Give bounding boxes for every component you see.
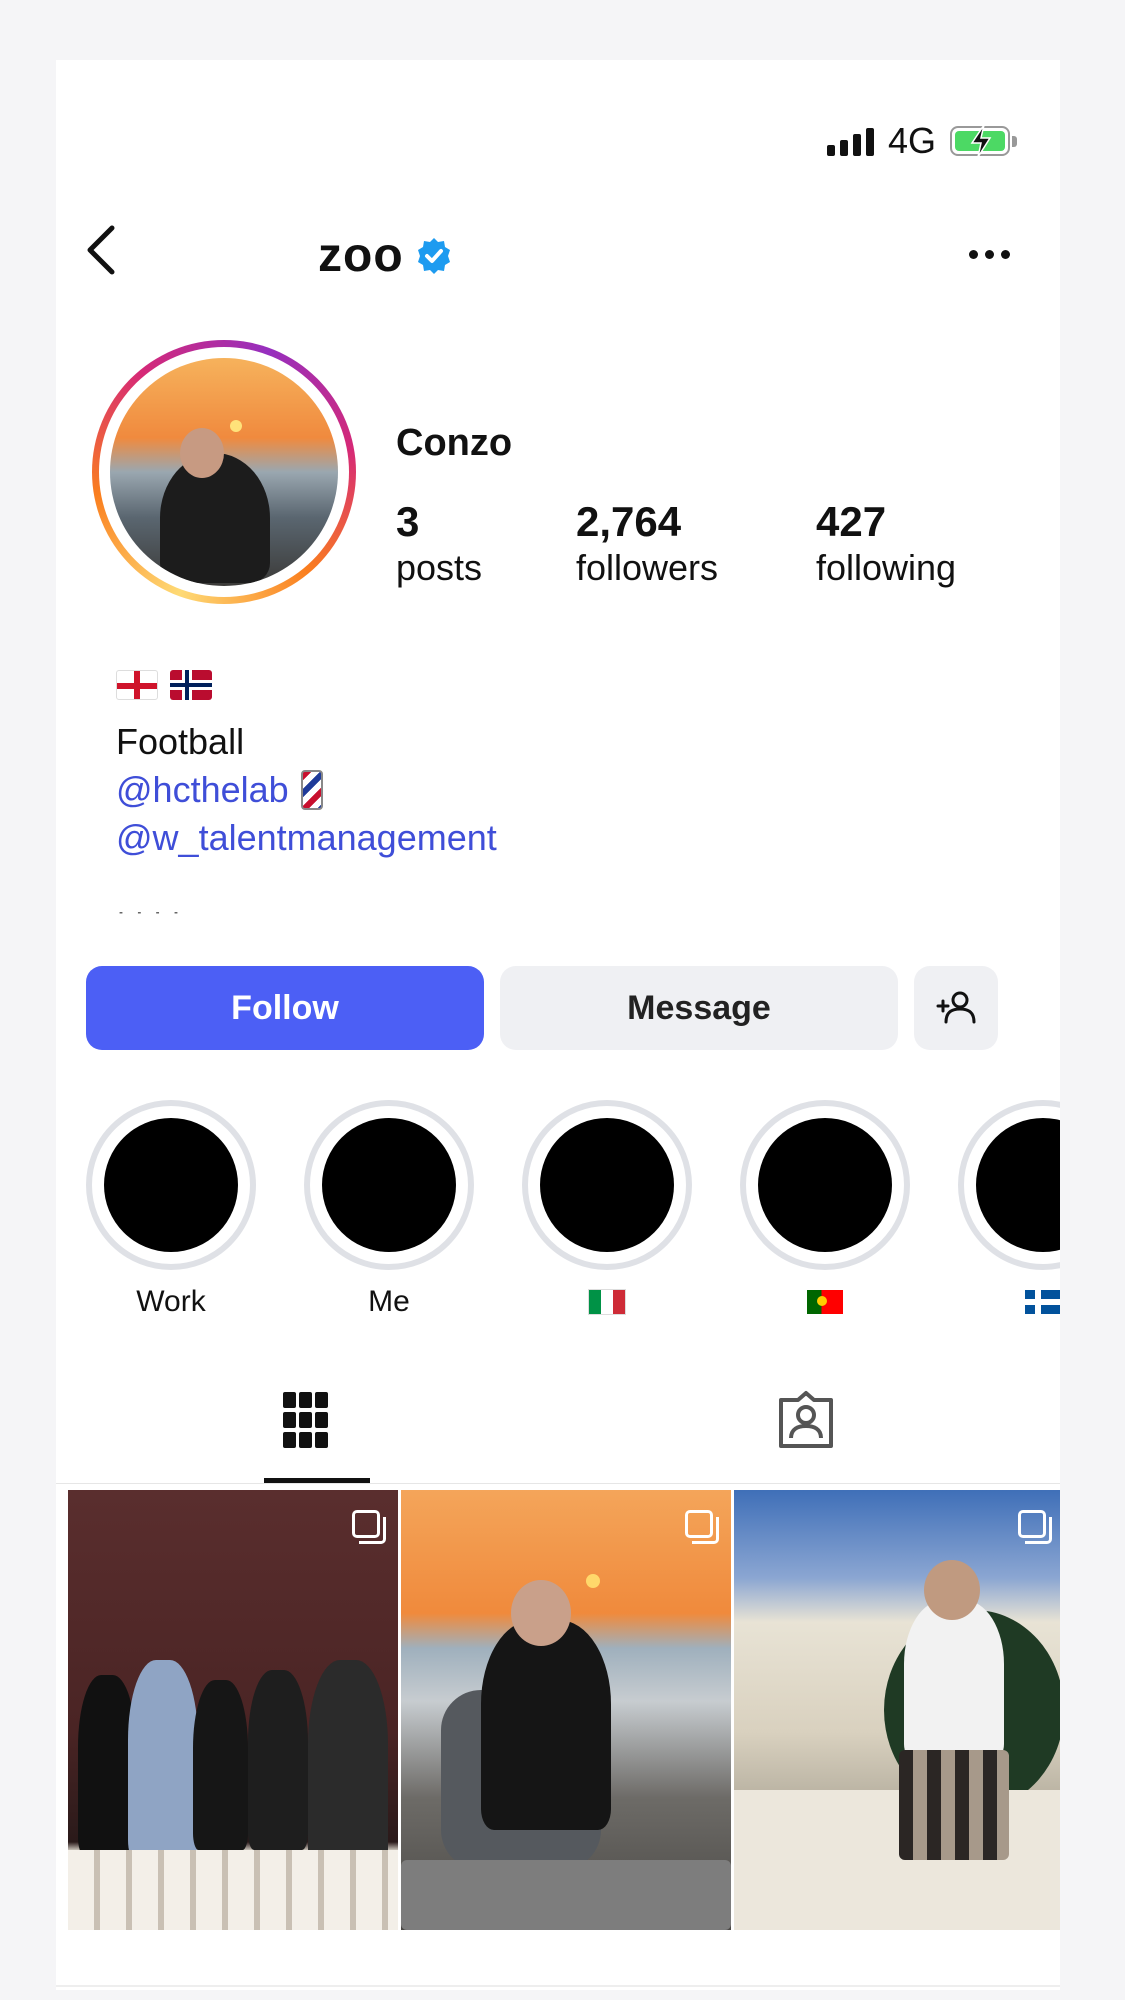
followers-count: 2,764 bbox=[576, 498, 682, 545]
posts-label: posts bbox=[396, 547, 483, 588]
add-user-button[interactable] bbox=[914, 966, 998, 1050]
bottom-divider bbox=[56, 1985, 1060, 1987]
norway-flag-icon bbox=[170, 670, 212, 700]
bio-mention-talent[interactable]: @w_talentmanagement bbox=[116, 816, 497, 860]
network-label: 4G bbox=[887, 120, 936, 161]
add-user-icon bbox=[936, 991, 976, 1024]
carousel-icon bbox=[352, 1510, 386, 1544]
tagged-icon bbox=[779, 1391, 833, 1448]
england-flag-icon bbox=[116, 670, 158, 700]
battery-icon bbox=[950, 124, 1017, 158]
followers-label: followers bbox=[576, 547, 719, 588]
following-label: following bbox=[816, 547, 957, 588]
tab-grid[interactable] bbox=[256, 1380, 356, 1460]
follow-button[interactable]: Follow bbox=[86, 966, 484, 1050]
status-bar: 4G bbox=[826, 120, 1017, 162]
followers-stat[interactable]: 2,764 followers bbox=[576, 498, 718, 590]
post-thumbnail-1[interactable] bbox=[68, 1490, 398, 1930]
following-stat[interactable]: 427 following bbox=[816, 498, 956, 590]
portugal-flag-icon bbox=[807, 1290, 843, 1314]
posts-count: 3 bbox=[396, 498, 420, 545]
header-username: zoo bbox=[318, 228, 454, 283]
bio-text: Football bbox=[116, 721, 245, 762]
tab-tagged[interactable] bbox=[756, 1380, 856, 1460]
bio-mention-hcthelab[interactable]: @hcthelab bbox=[116, 768, 323, 812]
mention-link[interactable]: @hcthelab bbox=[116, 768, 289, 812]
carousel-icon bbox=[1018, 1510, 1052, 1544]
profile-avatar[interactable] bbox=[92, 340, 356, 604]
profile-screen: 4G zoo Conzo 3 posts 2,764 followers 427… bbox=[56, 60, 1060, 1990]
verified-badge-icon bbox=[417, 237, 450, 274]
following-count: 427 bbox=[816, 498, 887, 545]
post-thumbnail-2[interactable] bbox=[401, 1490, 731, 1930]
signal-icon bbox=[826, 126, 874, 156]
posts-stat: 3 posts bbox=[396, 498, 482, 590]
carousel-icon bbox=[685, 1510, 719, 1544]
message-button[interactable]: Message bbox=[500, 966, 898, 1050]
highlight-label: Work bbox=[136, 1285, 206, 1318]
more-options-icon[interactable] bbox=[969, 250, 1010, 259]
username-text: zoo bbox=[318, 229, 404, 282]
highlight-iceland[interactable] bbox=[958, 1100, 1060, 1320]
tabs-divider bbox=[56, 1483, 1060, 1484]
highlight-portugal[interactable] bbox=[740, 1100, 910, 1320]
highlight-italy[interactable] bbox=[522, 1100, 692, 1320]
grid-icon bbox=[283, 1392, 328, 1448]
bio-truncated-line: · · · · bbox=[116, 912, 236, 926]
bio-flags bbox=[116, 670, 212, 700]
highlight-label: Me bbox=[368, 1285, 410, 1318]
highlight-me[interactable]: Me bbox=[304, 1100, 474, 1320]
iceland-flag-icon bbox=[1025, 1290, 1060, 1314]
back-chevron-icon[interactable] bbox=[82, 220, 122, 280]
display-name: Conzo bbox=[396, 422, 513, 464]
italy-flag-icon bbox=[588, 1289, 626, 1315]
barber-pole-icon bbox=[300, 770, 323, 810]
avatar-photo bbox=[110, 358, 338, 586]
post-thumbnail-3[interactable] bbox=[734, 1490, 1060, 1930]
highlight-work[interactable]: Work bbox=[86, 1100, 256, 1320]
